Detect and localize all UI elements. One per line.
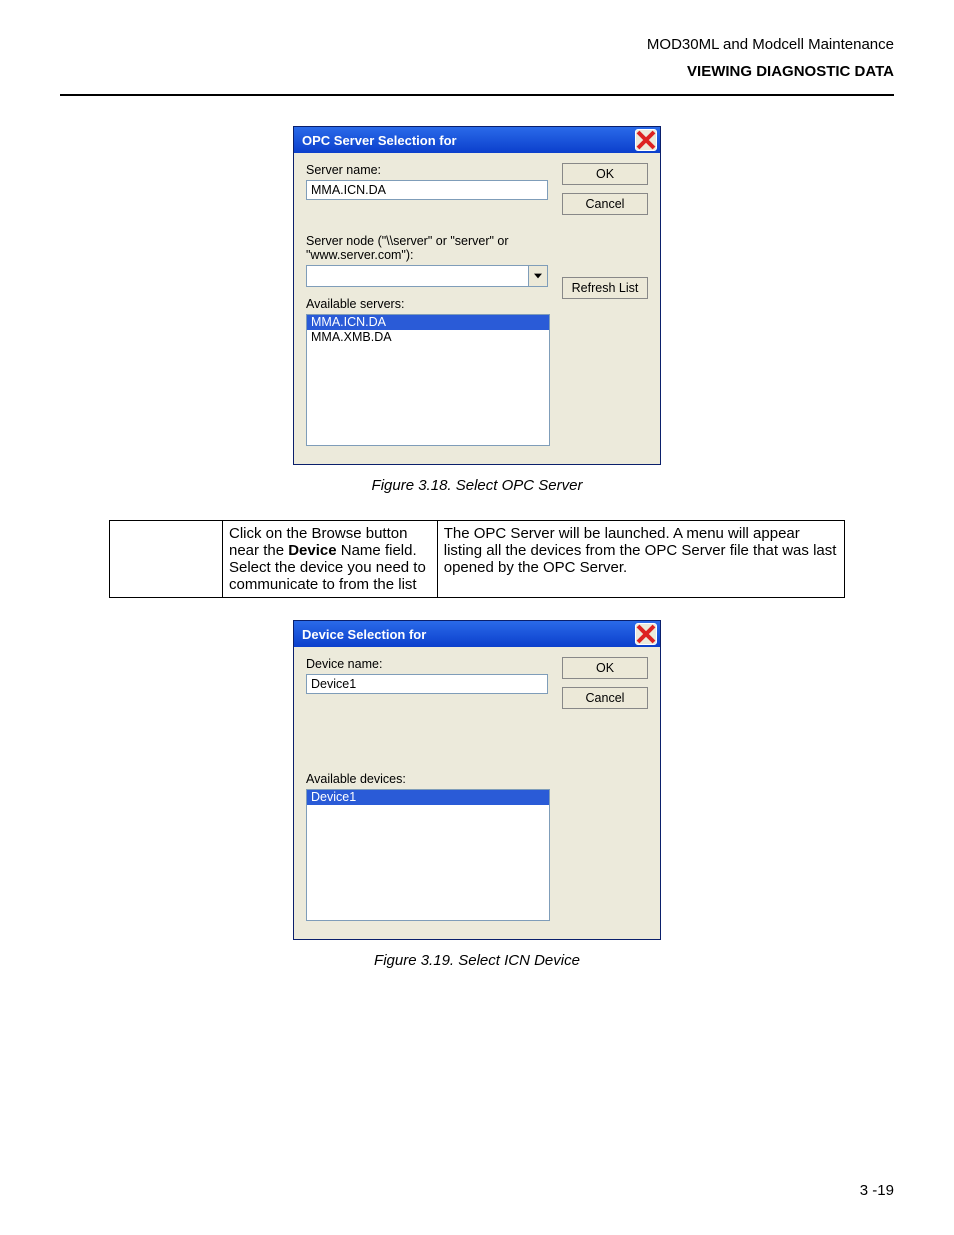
table-cell: The OPC Server will be launched. A menu … xyxy=(437,521,844,598)
dialog-title: OPC Server Selection for xyxy=(302,133,457,148)
available-devices-label: Available devices: xyxy=(306,772,548,786)
device-name-label: Device name: xyxy=(306,657,548,671)
server-name-input[interactable] xyxy=(306,180,548,200)
device-selection-dialog: Device Selection for Device name: Availa… xyxy=(293,620,661,940)
close-icon[interactable] xyxy=(635,129,657,151)
titlebar: Device Selection for xyxy=(294,621,660,647)
list-item[interactable]: Device1 xyxy=(307,790,549,805)
list-item[interactable]: MMA.ICN.DA xyxy=(307,315,549,330)
cancel-button[interactable]: Cancel xyxy=(562,193,648,215)
doc-title: MOD30ML and Modcell Maintenance xyxy=(60,36,894,53)
available-devices-list[interactable]: Device1 xyxy=(306,789,550,921)
server-node-label: Server node ("\\server" or "server" or "… xyxy=(306,234,548,262)
section-title: VIEWING DIAGNOSTIC DATA xyxy=(60,63,894,80)
server-name-label: Server name: xyxy=(306,163,548,177)
available-servers-label: Available servers: xyxy=(306,297,548,311)
instruction-table: Click on the Browse button near the Devi… xyxy=(109,520,845,598)
page-number: 3 -19 xyxy=(860,1182,894,1199)
list-item[interactable]: MMA.XMB.DA xyxy=(307,330,549,345)
opc-server-dialog: OPC Server Selection for Server name: Se… xyxy=(293,126,661,465)
cancel-button[interactable]: Cancel xyxy=(562,687,648,709)
figure-caption: Figure 3.19. Select ICN Device xyxy=(60,952,894,969)
dialog-title: Device Selection for xyxy=(302,627,426,642)
refresh-list-button[interactable]: Refresh List xyxy=(562,277,648,299)
figure-caption: Figure 3.18. Select OPC Server xyxy=(60,477,894,494)
table-row: Click on the Browse button near the Devi… xyxy=(110,521,845,598)
header-rule xyxy=(60,94,894,96)
close-icon[interactable] xyxy=(635,623,657,645)
device-name-input[interactable] xyxy=(306,674,548,694)
chevron-down-icon[interactable] xyxy=(528,265,548,287)
available-servers-list[interactable]: MMA.ICN.DAMMA.XMB.DA xyxy=(306,314,550,446)
ok-button[interactable]: OK xyxy=(562,657,648,679)
ok-button[interactable]: OK xyxy=(562,163,648,185)
server-node-combo[interactable] xyxy=(306,265,548,287)
titlebar: OPC Server Selection for xyxy=(294,127,660,153)
table-cell xyxy=(110,521,223,598)
table-cell: Click on the Browse button near the Devi… xyxy=(223,521,438,598)
